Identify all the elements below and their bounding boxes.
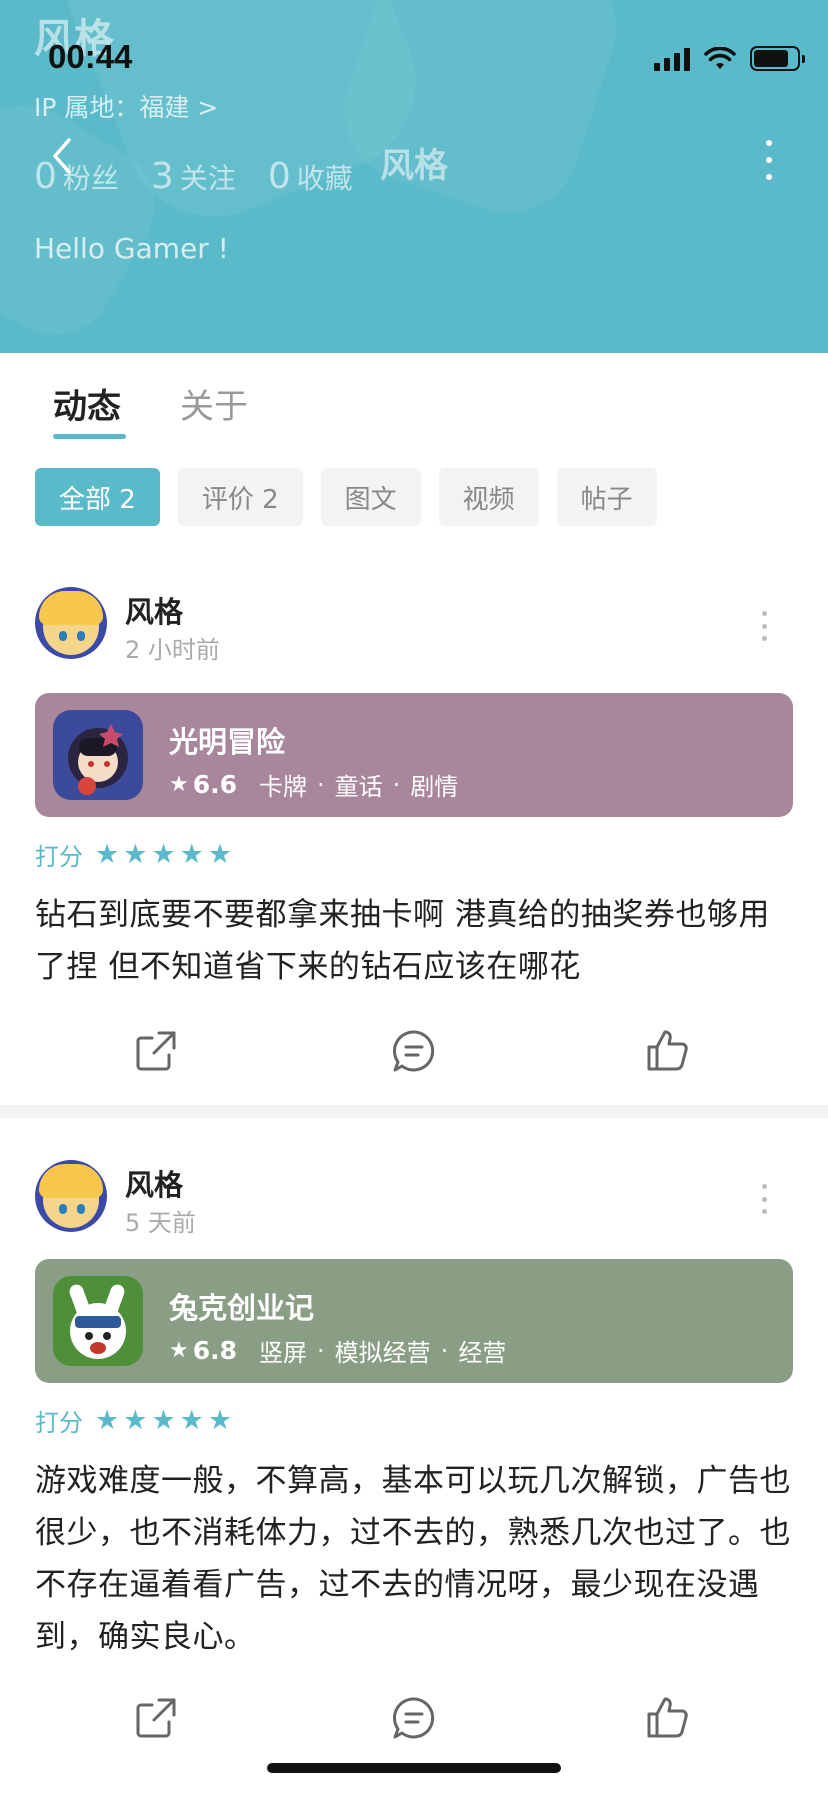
active-tab-indicator bbox=[53, 434, 126, 439]
status-time: 00:44 bbox=[48, 38, 133, 75]
post-content[interactable]: 钻石到底要不要都拿来抽卡啊 港真给的抽奖券也够用了捏 但不知道省下来的钻石应该在… bbox=[35, 889, 795, 993]
like-button[interactable] bbox=[640, 1690, 696, 1746]
wifi-icon bbox=[704, 46, 736, 69]
game-tag: 童话 bbox=[334, 773, 383, 801]
profile-header: 风格 00:44 IP 属地：福建 > 风格 0 粉丝 3 关注 0 收藏 He… bbox=[0, 0, 828, 353]
comment-button[interactable] bbox=[386, 1023, 442, 1079]
game-score: 6.8 bbox=[192, 1336, 238, 1365]
game-tag: 经营 bbox=[458, 1339, 507, 1367]
favorites-label[interactable]: 收藏 bbox=[297, 157, 353, 197]
game-tag: 剧情 bbox=[410, 773, 459, 801]
game-tag: 模拟经营 bbox=[334, 1339, 431, 1367]
profile-bio: Hello Gamer ! bbox=[34, 232, 229, 265]
share-icon bbox=[136, 1698, 176, 1738]
share-button[interactable] bbox=[128, 1690, 184, 1746]
star-icon: ★ bbox=[179, 839, 204, 870]
game-meta: ★ 6.6 卡牌 · 童话 · 剧情 bbox=[169, 767, 468, 802]
thumbs-up-icon bbox=[647, 1697, 688, 1738]
cellular-signal-icon bbox=[654, 47, 690, 71]
filter-image-text[interactable]: 图文 bbox=[320, 468, 421, 526]
following-count[interactable]: 3 bbox=[151, 156, 174, 197]
filter-posts[interactable]: 帖子 bbox=[556, 468, 657, 526]
profile-page: 风格 00:44 IP 属地：福建 > 风格 0 粉丝 3 关注 0 收藏 He… bbox=[0, 0, 828, 1793]
star-icon: ★ bbox=[123, 1405, 148, 1436]
post-author[interactable]: 风格 bbox=[125, 589, 183, 631]
post-more-button[interactable] bbox=[760, 1184, 768, 1214]
profile-stats: 0 粉丝 3 关注 0 收藏 bbox=[34, 156, 385, 197]
status-icons bbox=[654, 46, 805, 71]
star-icon: ★ bbox=[179, 1405, 204, 1436]
game-meta: ★ 6.8 竖屏 · 模拟经营 · 经营 bbox=[169, 1333, 516, 1368]
filter-chips: 全部 2 评价 2 图文 视频 帖子 bbox=[35, 468, 657, 526]
filter-reviews[interactable]: 评价 2 bbox=[177, 468, 303, 526]
filter-all[interactable]: 全部 2 bbox=[35, 468, 160, 526]
game-tag: 卡牌 bbox=[259, 773, 308, 801]
tabs-area: 动态 关于 全部 2 评价 2 图文 视频 帖子 bbox=[0, 353, 828, 545]
game-name: 兔克创业记 bbox=[169, 1291, 315, 1325]
rating-stars: ★ ★ ★ ★ ★ bbox=[95, 841, 232, 868]
comment-icon bbox=[393, 1030, 435, 1072]
filter-video[interactable]: 视频 bbox=[438, 468, 539, 526]
post-time: 2 小时前 bbox=[125, 636, 220, 664]
game-icon bbox=[53, 1276, 143, 1366]
game-card[interactable]: 兔克创业记 ★ 6.8 竖屏 · 模拟经营 · 经营 bbox=[35, 1259, 793, 1383]
comment-icon bbox=[393, 1697, 435, 1739]
post-time: 5 天前 bbox=[125, 1209, 196, 1237]
star-icon: ★ bbox=[123, 839, 148, 870]
thumbs-up-icon bbox=[647, 1030, 688, 1071]
comment-button[interactable] bbox=[386, 1690, 442, 1746]
rating: 打分 ★ ★ ★ ★ ★ bbox=[35, 1403, 232, 1438]
tab-about[interactable]: 关于 bbox=[180, 379, 248, 428]
rating-stars: ★ ★ ★ ★ ★ bbox=[95, 1407, 232, 1434]
share-button[interactable] bbox=[128, 1023, 184, 1079]
post-author[interactable]: 风格 bbox=[125, 1162, 183, 1204]
game-score: 6.6 bbox=[192, 770, 238, 799]
ip-location[interactable]: IP 属地：福建 > bbox=[34, 88, 218, 124]
star-icon: ★ bbox=[169, 1338, 189, 1363]
star-icon: ★ bbox=[95, 1405, 120, 1436]
star-icon: ★ bbox=[207, 839, 233, 870]
home-indicator[interactable] bbox=[267, 1763, 561, 1773]
post-card: 风格 2 小时前 光明冒险 ★ 6.6 卡牌 · 童话 · 剧情 打分 ★ ★ … bbox=[0, 545, 828, 1105]
tab-activity[interactable]: 动态 bbox=[53, 379, 121, 428]
post-actions bbox=[0, 1023, 828, 1083]
star-icon: ★ bbox=[169, 772, 189, 797]
followers-label[interactable]: 粉丝 bbox=[63, 157, 119, 197]
game-card[interactable]: 光明冒险 ★ 6.6 卡牌 · 童话 · 剧情 bbox=[35, 693, 793, 817]
game-tag: 竖屏 bbox=[259, 1339, 308, 1367]
game-icon bbox=[53, 710, 143, 800]
avatar[interactable] bbox=[35, 1160, 107, 1232]
battery-icon bbox=[750, 46, 805, 71]
post-content[interactable]: 游戏难度一般，不算高，基本可以玩几次解锁，广告也很少，也不消耗体力，过不去的，熟… bbox=[35, 1455, 795, 1663]
rating-label: 打分 bbox=[35, 843, 83, 871]
rating: 打分 ★ ★ ★ ★ ★ bbox=[35, 837, 232, 872]
post-card: 风格 5 天前 兔克创业记 ★ 6.8 竖屏 · 模拟经营 · 经营 打分 ★ … bbox=[0, 1118, 828, 1793]
rating-label: 打分 bbox=[35, 1409, 83, 1437]
followers-count[interactable]: 0 bbox=[34, 156, 57, 197]
game-name: 光明冒险 bbox=[169, 725, 286, 759]
star-icon: ★ bbox=[151, 839, 176, 870]
avatar[interactable] bbox=[35, 587, 107, 659]
star-icon: ★ bbox=[207, 1405, 233, 1436]
favorites-count[interactable]: 0 bbox=[268, 156, 291, 197]
share-icon bbox=[136, 1031, 176, 1071]
star-icon: ★ bbox=[151, 1405, 176, 1436]
like-button[interactable] bbox=[640, 1023, 696, 1079]
star-icon: ★ bbox=[95, 839, 120, 870]
post-actions bbox=[0, 1690, 828, 1750]
post-more-button[interactable] bbox=[760, 611, 768, 641]
more-options-button[interactable] bbox=[754, 140, 784, 180]
following-label[interactable]: 关注 bbox=[180, 157, 236, 197]
